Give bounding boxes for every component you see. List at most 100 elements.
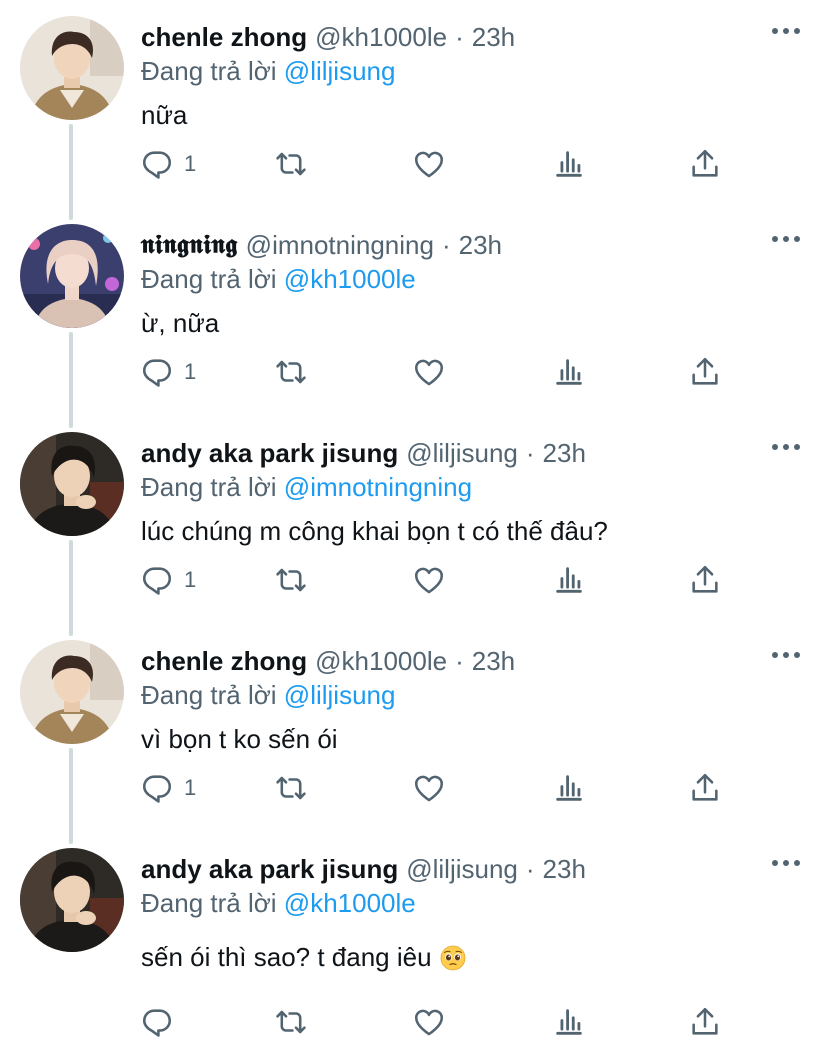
avatar[interactable]	[20, 224, 124, 328]
tweet[interactable]: chenle zhong @kh1000le · 23h Đang trả lờ…	[0, 0, 828, 208]
mention-link[interactable]: @kh1000le	[284, 888, 416, 918]
display-name[interactable]: andy aka park jisung	[141, 854, 398, 885]
retweet-button[interactable]	[274, 1002, 308, 1042]
views-button[interactable]	[552, 768, 586, 808]
reply-button[interactable]: 1	[140, 352, 196, 392]
reply-button[interactable]	[140, 1002, 184, 1042]
replying-to-label: Đang trả lời	[141, 888, 277, 918]
separator-dot: ·	[525, 853, 535, 884]
like-button[interactable]	[412, 144, 446, 184]
user-handle[interactable]: @liljisung	[406, 438, 518, 469]
share-icon	[692, 565, 718, 593]
avatar[interactable]	[20, 640, 124, 744]
tweet-header: andy aka park jisung @liljisung · 23h	[141, 852, 586, 886]
more-icon[interactable]	[772, 236, 800, 242]
like-button[interactable]	[412, 560, 446, 600]
share-button[interactable]	[688, 352, 722, 392]
tweet[interactable]: 𝖓𝖎𝖓𝖌𝖓𝖎𝖓𝖌 @imnotningning · 23h Đang trả l…	[0, 208, 828, 416]
views-button[interactable]	[552, 352, 586, 392]
replying-to-label: Đang trả lời	[141, 680, 277, 710]
timestamp[interactable]: 23h	[472, 22, 515, 53]
reply-button[interactable]: 1	[140, 144, 196, 184]
retweet-icon	[276, 568, 306, 592]
more-icon[interactable]	[772, 28, 800, 34]
mention-link[interactable]: @kh1000le	[284, 264, 416, 294]
user-handle[interactable]: @kh1000le	[315, 22, 447, 53]
timestamp[interactable]: 23h	[543, 854, 586, 885]
action-bar: 1	[140, 352, 740, 392]
heart-icon	[414, 1009, 444, 1036]
tweet-text: sến ói thì sao? t đang iêu	[141, 942, 466, 973]
tweet-text-content: ừ, nữa	[141, 308, 220, 338]
timestamp[interactable]: 23h	[459, 230, 502, 261]
views-button[interactable]	[552, 144, 586, 184]
tweet-header: andy aka park jisung @liljisung · 23h	[141, 436, 586, 470]
more-icon[interactable]	[772, 860, 800, 866]
tweet-text-content: vì bọn t ko sến ói	[141, 724, 338, 754]
views-button[interactable]	[552, 1002, 586, 1042]
tweet-text-content: nữa	[141, 100, 188, 130]
mention-link[interactable]: @imnotningning	[284, 472, 472, 502]
share-icon	[692, 773, 718, 801]
reply-icon	[142, 1009, 172, 1037]
retweet-button[interactable]	[274, 144, 308, 184]
replying-to: Đang trả lời @liljisung	[141, 56, 395, 87]
display-name[interactable]: chenle zhong	[141, 22, 307, 53]
tweet-text: vì bọn t ko sến ói	[141, 724, 338, 755]
avatar-image	[20, 432, 124, 536]
reply-button[interactable]: 1	[140, 768, 196, 808]
views-button[interactable]	[552, 560, 586, 600]
retweet-button[interactable]	[274, 352, 308, 392]
tweet-text: ừ, nữa	[141, 308, 219, 339]
avatar[interactable]	[20, 16, 124, 120]
reply-icon	[142, 567, 172, 595]
retweet-icon	[276, 776, 306, 800]
user-handle[interactable]: @kh1000le	[315, 646, 447, 677]
views-icon	[556, 1009, 582, 1035]
reply-icon	[142, 151, 172, 179]
display-name[interactable]: chenle zhong	[141, 646, 307, 677]
mention-link[interactable]: @liljisung	[284, 680, 396, 710]
reply-count: 1	[184, 151, 197, 176]
separator-dot: ·	[455, 645, 464, 676]
replying-to: Đang trả lời @kh1000le	[141, 888, 416, 919]
tweet[interactable]: andy aka park jisung @liljisung · 23h Đa…	[0, 832, 828, 1050]
retweet-icon	[276, 152, 306, 176]
like-button[interactable]	[412, 352, 446, 392]
like-button[interactable]	[412, 768, 446, 808]
views-icon	[556, 359, 582, 385]
mention-link[interactable]: @liljisung	[284, 56, 396, 86]
display-name[interactable]: 𝖓𝖎𝖓𝖌𝖓𝖎𝖓𝖌	[141, 230, 238, 261]
display-name[interactable]: andy aka park jisung	[141, 438, 398, 469]
reply-thread: chenle zhong @kh1000le · 23h Đang trả lờ…	[0, 0, 828, 1050]
reply-icon	[142, 775, 172, 803]
more-icon[interactable]	[772, 444, 800, 450]
retweet-icon	[276, 360, 306, 384]
timestamp[interactable]: 23h	[543, 438, 586, 469]
more-icon[interactable]	[772, 652, 800, 658]
tweet[interactable]: chenle zhong @kh1000le · 23h Đang trả lờ…	[0, 624, 828, 832]
tweet-text: nữa	[141, 100, 187, 131]
separator-dot: ·	[525, 437, 535, 468]
share-button[interactable]	[688, 768, 722, 808]
like-button[interactable]	[412, 1002, 446, 1042]
retweet-button[interactable]	[274, 560, 308, 600]
share-button[interactable]	[688, 144, 722, 184]
retweet-button[interactable]	[274, 768, 308, 808]
reply-button[interactable]: 1	[140, 560, 196, 600]
share-button[interactable]	[688, 560, 722, 600]
share-button[interactable]	[688, 1002, 722, 1042]
tweet[interactable]: andy aka park jisung @liljisung · 23h Đa…	[0, 416, 828, 624]
share-icon	[692, 1007, 718, 1035]
timestamp[interactable]: 23h	[472, 646, 515, 677]
user-handle[interactable]: @liljisung	[406, 854, 518, 885]
tweet-header: chenle zhong @kh1000le · 23h	[141, 20, 515, 54]
avatar[interactable]	[20, 432, 124, 536]
heart-icon	[414, 359, 444, 386]
tweet-text-content: lúc chúng m công khai bọn t có thế đâu?	[141, 516, 608, 546]
tweet-text: lúc chúng m công khai bọn t có thế đâu?	[141, 516, 608, 547]
user-handle[interactable]: @imnotningning	[246, 230, 434, 261]
avatar[interactable]	[20, 848, 124, 952]
retweet-icon	[276, 1010, 306, 1034]
reply-icon	[142, 359, 172, 387]
